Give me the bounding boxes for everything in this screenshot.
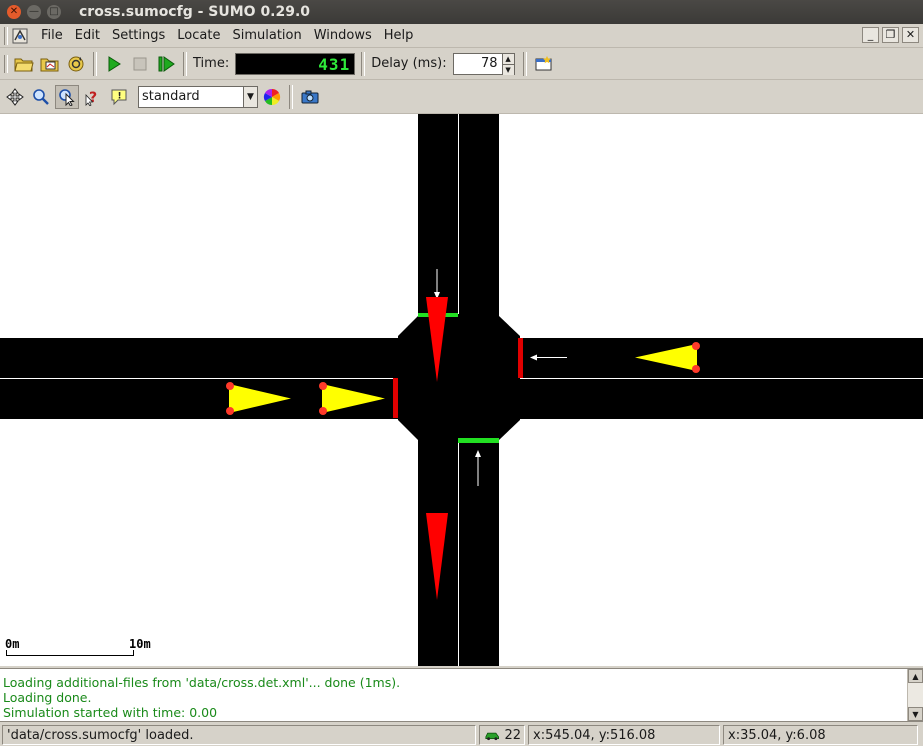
toolbar-separator [289, 84, 293, 109]
network-drawing: 0m 10m [0, 114, 923, 666]
simulation-view[interactable]: 0m 10m [0, 114, 923, 666]
delay-spinner[interactable]: 78 ▲ ▼ [452, 52, 515, 75]
query-button[interactable]: ? [81, 85, 105, 109]
tooltip-button[interactable]: ! [107, 85, 131, 109]
status-bar: 'data/cross.sumocfg' loaded. 22 x:545.04… [0, 724, 923, 746]
menu-settings[interactable]: Settings [106, 28, 171, 43]
geo-position: x:35.04, y:6.08 [723, 725, 918, 745]
window-maximize-button[interactable]: □ [47, 5, 61, 19]
log-lines: Loading additional-files from 'data/cros… [3, 675, 400, 720]
mdi-controls: _ ❐ ✕ [862, 27, 919, 43]
zoom-button[interactable] [29, 85, 53, 109]
play-icon [108, 55, 121, 72]
delay-label: Delay (ms): [371, 56, 447, 71]
edit-scheme-button[interactable] [260, 85, 284, 109]
log-scrollbar[interactable]: ▲ ▼ [907, 669, 923, 721]
log-line: Simulation started with time: 0.00 [3, 705, 218, 720]
traffic-light-south[interactable] [458, 438, 499, 443]
toolbar-separator [522, 51, 527, 76]
menu-simulation[interactable]: Simulation [226, 28, 307, 43]
view-toolbar: ? ! standard ▼ [0, 80, 923, 114]
toolbar-separator [183, 51, 187, 76]
traffic-light-west[interactable] [393, 378, 398, 418]
camera-icon [301, 90, 319, 103]
delay-spinner-arrows[interactable]: ▲ ▼ [502, 52, 515, 75]
scale-start-label: 0m [5, 637, 19, 651]
simulation-toolbar: Time: 431 Delay (ms): 78 ▲ ▼ [0, 48, 923, 80]
toolbar-separator [361, 51, 366, 76]
open-network-button[interactable] [38, 52, 62, 76]
time-label: Time: [193, 56, 230, 71]
svg-text:!: ! [118, 91, 122, 101]
reload-icon [68, 56, 84, 71]
open-folder-icon [14, 58, 34, 71]
time-display: 431 [235, 52, 356, 75]
menu-help[interactable]: Help [378, 28, 420, 43]
menubar-grip[interactable] [4, 26, 8, 45]
menu-locate[interactable]: Locate [171, 28, 226, 43]
color-scheme-value: standard [142, 89, 200, 104]
log-line: Loading additional-files from 'data/cros… [3, 675, 401, 690]
recenter-view-button[interactable] [3, 85, 27, 109]
query-icon: ? [85, 90, 97, 106]
vehicle-count-cell: 22 [479, 725, 525, 745]
car-icon [485, 732, 499, 741]
open-network-icon [40, 58, 59, 71]
window-title: cross.sumocfg - SUMO 0.29.0 [79, 4, 311, 20]
menu-windows[interactable]: Windows [308, 28, 378, 43]
locate-cursor-icon [59, 88, 75, 106]
log-line: Loading done. [3, 690, 92, 705]
menu-edit[interactable]: Edit [69, 28, 106, 43]
scale-bar: 0m 10m [5, 637, 151, 656]
move-arrows-icon [6, 87, 24, 106]
spinner-down-icon[interactable]: ▼ [502, 64, 514, 75]
tooltip-icon: ! [111, 89, 127, 105]
stop-button[interactable] [128, 52, 152, 76]
run-button[interactable] [102, 52, 126, 76]
locate-button[interactable] [55, 84, 79, 109]
scale-end-label: 10m [129, 637, 151, 651]
reload-button[interactable] [64, 52, 88, 76]
delay-input[interactable]: 78 [452, 52, 503, 75]
message-log[interactable]: Loading additional-files from 'data/cros… [0, 668, 923, 722]
traffic-light-east[interactable] [518, 338, 523, 378]
title-bar: ✕ — □ cross.sumocfg - SUMO 0.29.0 [0, 0, 923, 24]
vehicle-count: 22 [504, 727, 521, 743]
mdi-close-button[interactable]: ✕ [902, 27, 919, 43]
stop-icon [133, 57, 147, 70]
chevron-down-icon[interactable]: ▼ [243, 86, 257, 107]
open-simulation-button[interactable] [12, 52, 36, 76]
toolbar-grip[interactable] [4, 54, 8, 73]
new-view-button[interactable] [532, 52, 556, 76]
menu-bar: File Edit Settings Locate Simulation Win… [0, 24, 923, 48]
screenshot-button[interactable] [298, 85, 322, 109]
junction[interactable] [398, 316, 520, 440]
cursor-position: x:545.04, y:516.08 [528, 725, 720, 745]
status-message: 'data/cross.sumocfg' loaded. [2, 725, 476, 745]
color-wheel-icon [263, 88, 281, 105]
color-scheme-select[interactable]: standard ▼ [138, 85, 258, 108]
new-window-icon [535, 55, 552, 70]
menu-file[interactable]: File [35, 28, 69, 43]
spinner-up-icon[interactable]: ▲ [502, 53, 514, 65]
scroll-down-icon[interactable]: ▼ [908, 707, 923, 721]
toolbar-separator [93, 51, 97, 76]
window-minimize-button[interactable]: — [27, 5, 41, 19]
step-button[interactable] [154, 52, 178, 76]
mdi-restore-button[interactable]: ❐ [882, 27, 899, 43]
magnifier-icon [33, 88, 49, 105]
window-close-button[interactable]: ✕ [7, 5, 21, 19]
app-menu-icon[interactable] [11, 27, 29, 45]
scroll-up-icon[interactable]: ▲ [908, 669, 923, 683]
step-icon [158, 55, 175, 72]
mdi-minimize-button[interactable]: _ [862, 27, 879, 43]
